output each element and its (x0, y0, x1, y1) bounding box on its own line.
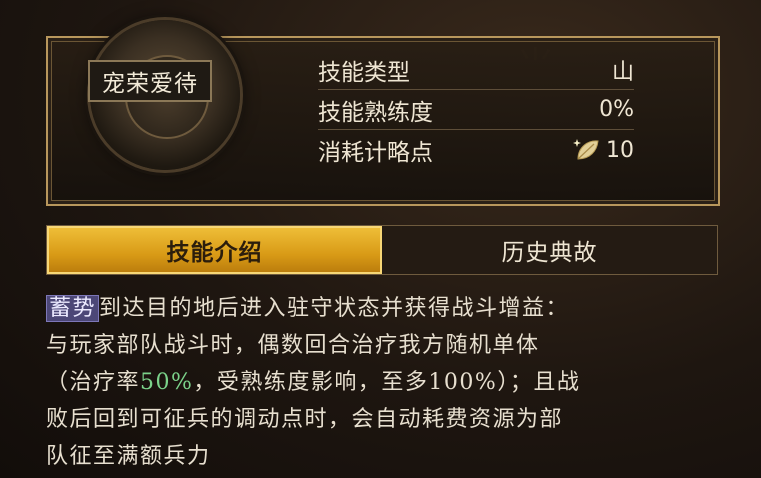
skill-name: 宠荣爱待 (88, 60, 212, 102)
description-line: 蓄势 到达目的地后进入驻守状态并获得战斗增益： (46, 290, 726, 327)
heal-rate-value: 50% (140, 370, 194, 395)
leaf-icon (573, 139, 599, 160)
description-text: ，受熟练度影响，至多100%）；且战 (193, 370, 581, 395)
stat-row-cost: 消耗计略点 10 (318, 130, 634, 170)
stat-value: 山 (611, 59, 634, 85)
stat-row-proficiency: 技能熟练度 0% (318, 90, 634, 130)
cost-value: 10 (606, 137, 634, 163)
skill-stats: 技能类型 山 技能熟练度 0% 消耗计略点 10 (318, 50, 634, 170)
description-line: 败后回到可征兵的调动点时，会自动耗费资源为部 (46, 407, 564, 432)
stat-value: 0% (599, 97, 634, 122)
stat-row-type: 技能类型 山 (318, 50, 634, 90)
stat-value-cost: 10 (572, 135, 634, 165)
description-text: （治疗率 (46, 370, 141, 395)
stat-label: 消耗计略点 (318, 140, 433, 166)
tab-bar: 技能介绍 历史典故 (46, 225, 718, 275)
description-line: （治疗率50%，受熟练度影响，至多100%）；且战 (46, 364, 726, 401)
description-line: 与玩家部队战斗时，偶数回合治疗我方随机单体 (46, 333, 540, 358)
description-text: 到达目的地后进入驻守状态并获得战斗增益： (99, 296, 570, 321)
description-line: 队征至满额兵力 (46, 444, 211, 469)
skill-description: 蓄势 到达目的地后进入驻守状态并获得战斗增益： 与玩家部队战斗时，偶数回合治疗我方… (46, 290, 726, 475)
stat-label: 技能熟练度 (318, 99, 433, 126)
stat-label: 技能类型 (318, 59, 410, 86)
keyword-tag[interactable]: 蓄势 (46, 295, 100, 322)
tab-skill-intro[interactable]: 技能介绍 (47, 226, 382, 274)
tab-history[interactable]: 历史典故 (382, 226, 717, 274)
